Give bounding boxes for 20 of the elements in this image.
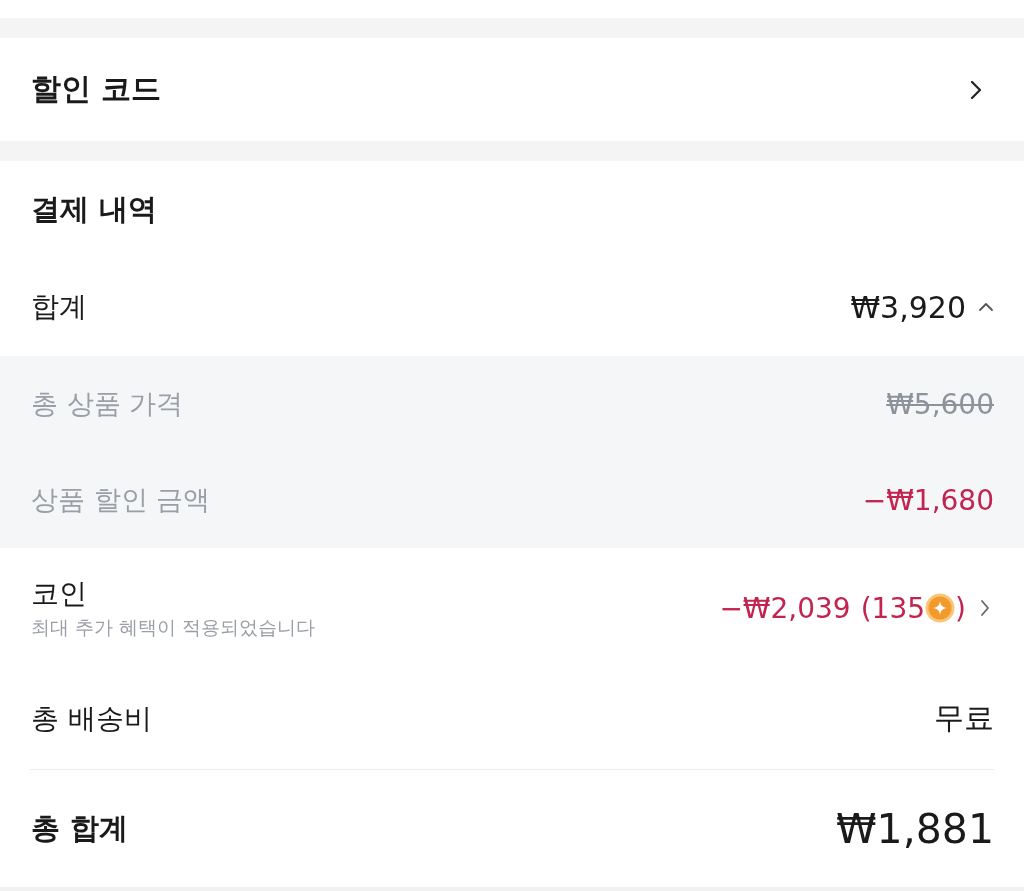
shipping-value: 무료 bbox=[934, 699, 994, 737]
total-amount: ₩1,881 bbox=[836, 804, 994, 853]
coin-count: (135 bbox=[860, 591, 926, 625]
breakdown-label: 총 상품 가격 bbox=[31, 387, 184, 421]
subtotal-amount: ₩3,920 bbox=[850, 289, 966, 325]
chevron-right-icon[interactable] bbox=[970, 79, 982, 100]
discount-amount: −₩1,680 bbox=[862, 483, 994, 517]
shipping-label: 총 배송비 bbox=[31, 700, 152, 737]
discount-code-label: 할인 코드 bbox=[31, 70, 162, 108]
coin-note: 최대 추가 혜택이 적용되었습니다 bbox=[31, 615, 316, 640]
total-label: 총 합계 bbox=[31, 809, 129, 847]
caret-up-icon[interactable] bbox=[978, 302, 994, 312]
coin-discount-amount: −₩2,039 bbox=[719, 591, 851, 625]
coin-label: 코인 bbox=[31, 576, 88, 612]
section-title: 결제 내역 bbox=[31, 190, 158, 228]
breakdown-label: 상품 할인 금액 bbox=[31, 483, 211, 517]
coin-icon bbox=[925, 593, 956, 623]
coin-count-close: ) bbox=[955, 591, 966, 625]
subtotal-label: 합계 bbox=[31, 289, 87, 325]
original-price: ₩5,600 bbox=[886, 387, 994, 421]
